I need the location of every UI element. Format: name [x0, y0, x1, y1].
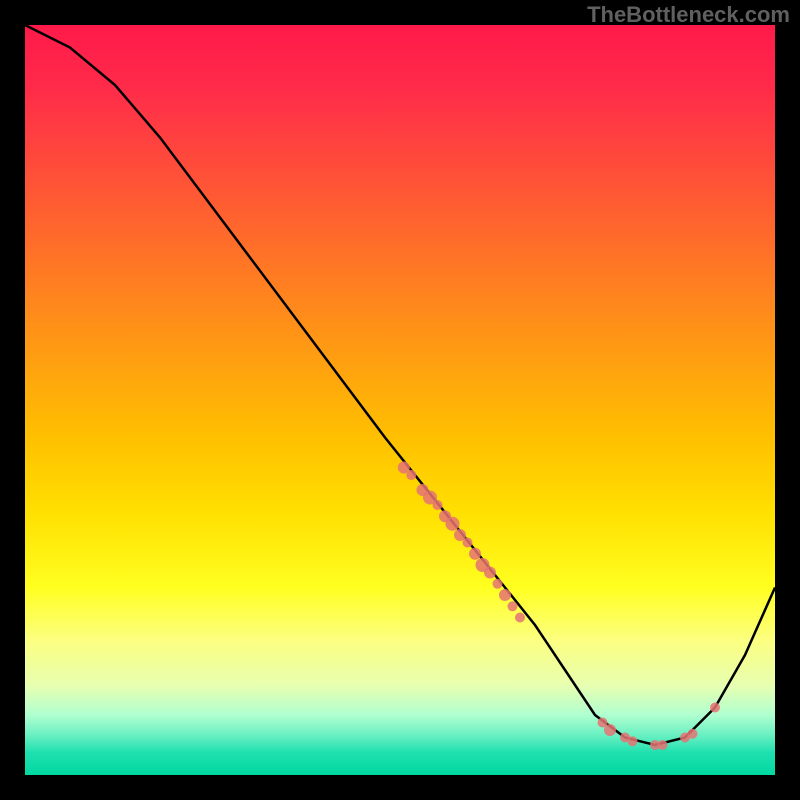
data-marker [710, 703, 720, 713]
data-marker [463, 538, 473, 548]
data-marker [508, 601, 518, 611]
data-marker [433, 500, 443, 510]
data-marker [499, 589, 511, 601]
data-marker [515, 613, 525, 623]
bottleneck-curve [25, 25, 775, 745]
data-marker [628, 736, 638, 746]
watermark-label: TheBottleneck.com [587, 2, 790, 28]
chart-plot-area [25, 25, 775, 775]
data-marker [658, 740, 668, 750]
data-marker [484, 567, 496, 579]
markers-group [398, 462, 720, 751]
data-marker [493, 579, 503, 589]
chart-svg [25, 25, 775, 775]
data-marker [469, 548, 481, 560]
data-marker [446, 517, 460, 531]
data-marker [406, 470, 416, 480]
data-marker [688, 729, 698, 739]
data-marker [604, 724, 616, 736]
